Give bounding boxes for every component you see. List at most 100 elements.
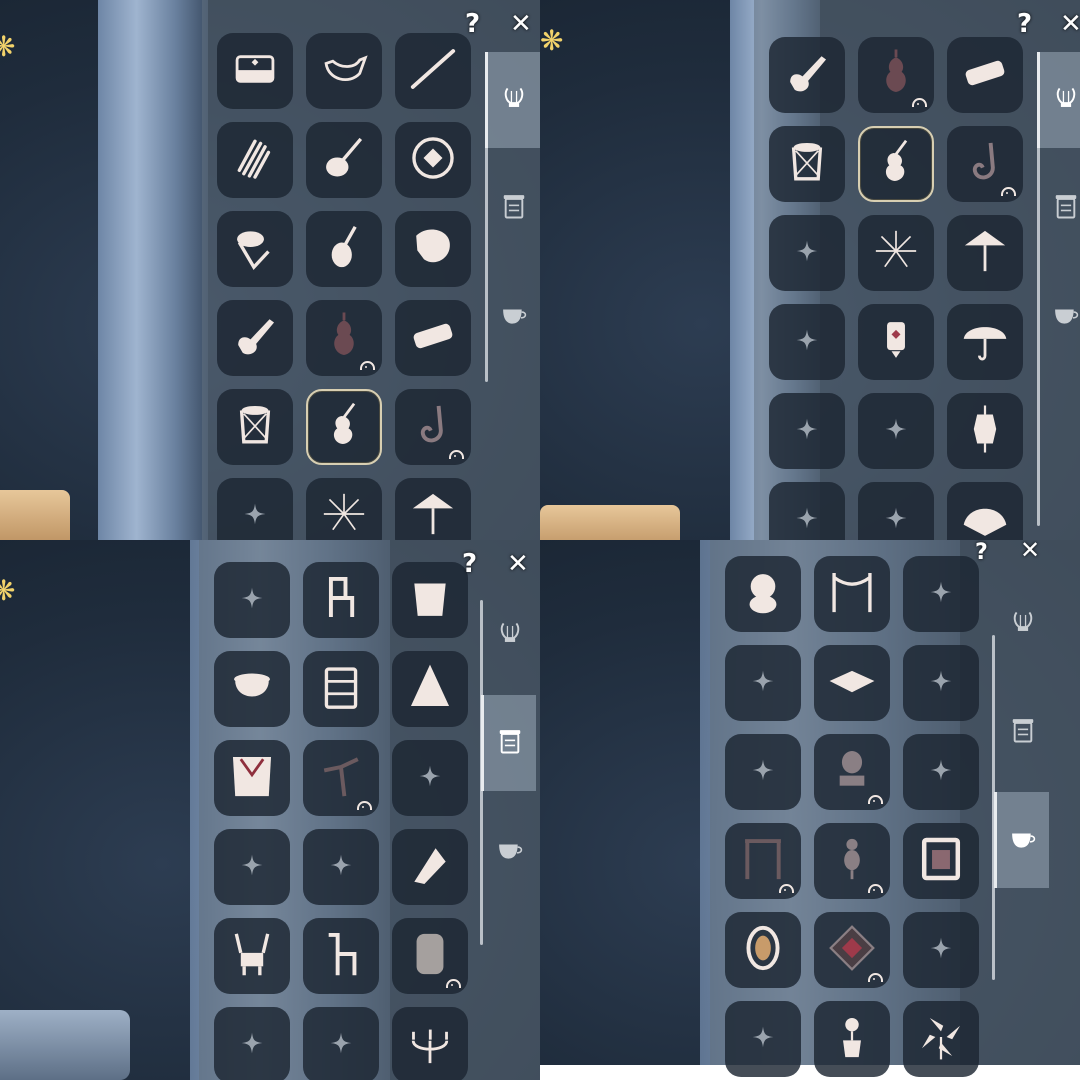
item-slot-checkered-stand[interactable] (725, 823, 801, 899)
item-slot-pinwheel[interactable] (903, 1001, 979, 1077)
tab-instruments[interactable] (485, 52, 540, 148)
item-slot-drum[interactable] (769, 126, 845, 202)
item-slot-cello[interactable] (858, 37, 934, 113)
item-slot-bunting[interactable] (814, 556, 890, 632)
close-button[interactable]: ✕ (1060, 11, 1080, 37)
item-slot-saxophone[interactable] (395, 389, 471, 465)
item-slot-tent[interactable] (392, 651, 468, 727)
close-button[interactable]: ✕ (1020, 540, 1040, 563)
item-slot-oval-mirror[interactable] (725, 912, 801, 988)
help-button[interactable]: ? (1017, 11, 1032, 37)
empty-slot[interactable] (769, 215, 845, 291)
item-slot-candelabra[interactable] (392, 1007, 468, 1080)
item-slot-cello[interactable] (306, 300, 382, 376)
help-button[interactable]: ? (465, 11, 480, 37)
item-slot-cushion[interactable] (814, 645, 890, 721)
tab-instruments[interactable] (484, 587, 536, 683)
tab-instruments[interactable] (997, 576, 1049, 672)
partial-unlock-icon (912, 98, 927, 107)
item-slot-stone-stove[interactable] (392, 918, 468, 994)
item-slot-firework-staff[interactable] (858, 215, 934, 291)
item-slot-tea-lantern[interactable] (858, 304, 934, 380)
empty-slot[interactable] (303, 829, 379, 905)
item-slot-handpan[interactable] (395, 122, 471, 198)
item-slot-ukulele[interactable] (306, 122, 382, 198)
item-slot-electric-guitar[interactable] (217, 300, 293, 376)
close-button[interactable]: ✕ (507, 551, 529, 577)
item-slot-flute[interactable] (395, 33, 471, 109)
tab-furniture[interactable] (488, 160, 540, 256)
item-slot-moomin-plush[interactable] (725, 556, 801, 632)
empty-slot[interactable] (903, 645, 979, 721)
item-slot-banner[interactable] (214, 740, 290, 816)
empty-slot[interactable] (214, 562, 290, 638)
item-slot-parasol[interactable] (395, 478, 471, 540)
item-slot-hanging-lantern[interactable] (947, 393, 1023, 469)
item-slot-umbrella[interactable] (947, 304, 1023, 380)
item-slot-music-box[interactable] (814, 734, 890, 810)
item-slot-picture-frame[interactable] (903, 823, 979, 899)
help-button[interactable]: ? (975, 540, 988, 566)
empty-slot[interactable] (214, 1007, 290, 1080)
item-slot-wardrobe[interactable] (303, 651, 379, 727)
tab-instruments[interactable] (1037, 52, 1080, 148)
sparkle-icon (883, 505, 909, 535)
empty-slot[interactable] (858, 393, 934, 469)
sparkle-icon (750, 668, 776, 698)
empty-slot[interactable] (769, 393, 845, 469)
item-slot-hand-fan[interactable] (947, 482, 1023, 540)
item-slot-rose-pot[interactable] (814, 1001, 890, 1077)
close-button[interactable]: ✕ (510, 11, 532, 37)
item-slot-panpipe[interactable] (217, 122, 293, 198)
item-slot-violin[interactable] (306, 389, 382, 465)
item-slot-harmonica[interactable] (395, 300, 471, 376)
item-slot-conch-shell[interactable] (395, 211, 471, 287)
tab-furniture[interactable] (481, 695, 536, 791)
item-slot-harmonica[interactable] (947, 37, 1023, 113)
tab-consumables[interactable] (1040, 268, 1080, 364)
empty-slot[interactable] (769, 304, 845, 380)
empty-slot[interactable] (903, 734, 979, 810)
empty-slot[interactable] (769, 482, 845, 540)
item-slot-mannequin[interactable] (814, 823, 890, 899)
item-slot-saxophone[interactable] (947, 126, 1023, 202)
item-slot-violin[interactable] (858, 126, 934, 202)
empty-slot[interactable] (725, 734, 801, 810)
empty-slot[interactable] (303, 1007, 379, 1080)
empty-slot[interactable] (858, 482, 934, 540)
tab-consumables[interactable] (994, 792, 1049, 888)
tab-consumables[interactable] (488, 268, 540, 364)
item-slot-cauldron[interactable] (214, 651, 290, 727)
help-button[interactable]: ? (462, 551, 477, 577)
item-slot-chair[interactable] (303, 562, 379, 638)
empty-slot[interactable] (903, 912, 979, 988)
item-slot-deck-chair[interactable] (392, 829, 468, 905)
piano-icon (227, 41, 283, 101)
empty-slot[interactable] (903, 556, 979, 632)
item-slot-electric-guitar[interactable] (769, 37, 845, 113)
item-slot-drum[interactable] (217, 389, 293, 465)
item-slot-djembe[interactable] (217, 211, 293, 287)
tab-furniture[interactable] (1040, 160, 1080, 256)
item-slot-parasol[interactable] (947, 215, 1023, 291)
item-slot-branch[interactable] (303, 740, 379, 816)
item-slot-firework-staff[interactable] (306, 478, 382, 540)
item-slot-bucket[interactable] (392, 562, 468, 638)
item-slot-pipa[interactable] (306, 211, 382, 287)
empty-slot[interactable] (392, 740, 468, 816)
item-slot-antler-chair[interactable] (214, 918, 290, 994)
pinwheel-icon (913, 1009, 969, 1069)
tab-furniture[interactable] (997, 684, 1049, 780)
item-slot-llama-chair[interactable] (303, 918, 379, 994)
empty-slot[interactable] (725, 1001, 801, 1077)
sparkle-icon (794, 416, 820, 446)
empty-slot[interactable] (217, 478, 293, 540)
sparkle-icon (794, 238, 820, 268)
item-slot-diamond-rug[interactable] (814, 912, 890, 988)
empty-slot[interactable] (725, 645, 801, 721)
storage-box-icon (1050, 190, 1080, 226)
item-slot-piano[interactable] (217, 33, 293, 109)
item-slot-ocarina[interactable] (306, 33, 382, 109)
tab-consumables[interactable] (484, 803, 536, 899)
empty-slot[interactable] (214, 829, 290, 905)
